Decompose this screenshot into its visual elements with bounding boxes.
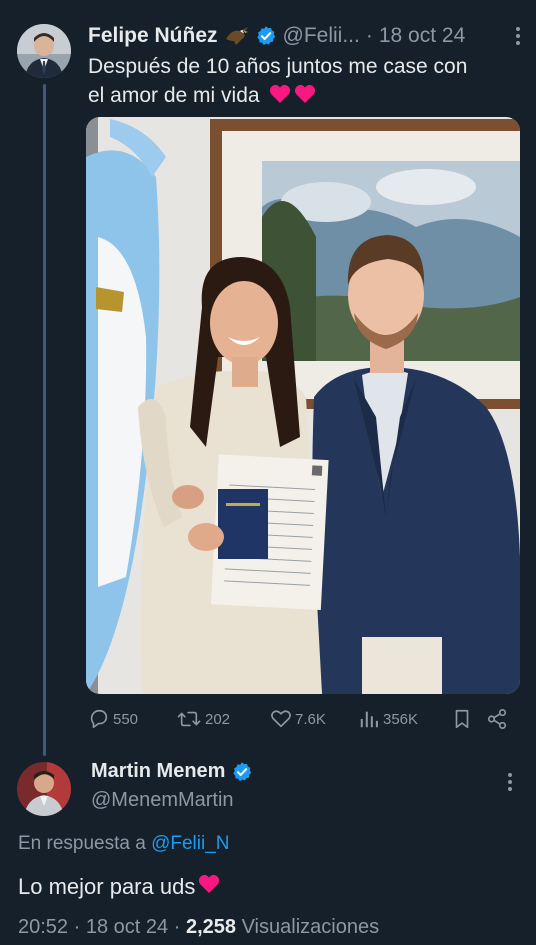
reply-action[interactable]: 550 [88,707,138,731]
reply-views-label: Visualizaciones [241,916,380,938]
like-action[interactable]: 7.6K [270,707,326,731]
verified-badge-icon [255,25,277,47]
reply-text-words: Lo mejor para uds [18,874,196,899]
reply-views-count: 2,258 [185,916,237,938]
share-icon [487,709,507,729]
bookmark-action[interactable] [452,707,475,731]
retweet-count: 202 [205,710,231,728]
author-name[interactable]: Felipe Núñez [88,24,218,48]
meta-separator-2: · [173,916,181,938]
in-reply-prefix: En respuesta a [18,833,146,854]
tweet-date[interactable]: 18 oct 24 [379,24,465,48]
reply-meta: 20:52 · 18 oct 24 · 2,258 Visualizacione… [18,916,379,939]
separator-dot: · [365,24,373,47]
heart-icon [271,710,291,728]
views-chart-icon [360,711,378,728]
eagle-icon [224,25,250,47]
tweet-text: Después de 10 años juntos me case con el… [88,52,518,113]
reply-author-handle[interactable]: @MenemMartin [91,789,234,812]
reply-author-row: Martin Menem [91,760,253,783]
heart-emoji [197,873,221,901]
reply-date[interactable]: 18 oct 24 [86,916,168,938]
verified-badge-icon [231,761,253,783]
views-action[interactable]: 356K [358,707,418,731]
tweet-text-line-1: Después de 10 años juntos me case con [88,55,468,78]
more-options-icon[interactable] [508,24,528,48]
bookmark-icon [455,709,469,729]
tweet-actions-bar: 550 202 7.6K 356K [88,707,520,731]
share-action[interactable] [486,707,511,731]
tweet-header: Felipe Núñez @Felii... · 18 oct 24 [88,22,528,50]
reply-icon [90,709,108,729]
reply-text: Lo mejor para uds [18,873,221,901]
hearts-emoji [269,83,317,113]
tweet-text-line-2-words: el amor de mi vida [88,84,260,107]
in-reply-mention-link[interactable]: @Felii_N [151,833,229,854]
thread-connector-line [43,84,46,756]
reply-author-name[interactable]: Martin Menem [91,760,225,783]
tweet-text-line-2: el amor de mi vida [88,81,518,113]
views-count: 356K [383,710,419,728]
reply-count: 550 [113,710,139,728]
tweet-photo[interactable] [86,117,520,694]
author-handle[interactable]: @Felii... [283,24,360,48]
avatar-martin[interactable] [17,762,71,816]
retweet-icon [177,711,201,727]
retweet-action[interactable]: 202 [176,707,230,731]
reply-more-options-icon[interactable] [500,770,520,794]
meta-separator-1: · [73,916,81,938]
in-reply-to: En respuesta a @Felii_N [18,833,230,855]
like-count: 7.6K [295,710,326,728]
avatar-felipe[interactable] [17,24,71,78]
reply-time[interactable]: 20:52 [18,916,68,938]
